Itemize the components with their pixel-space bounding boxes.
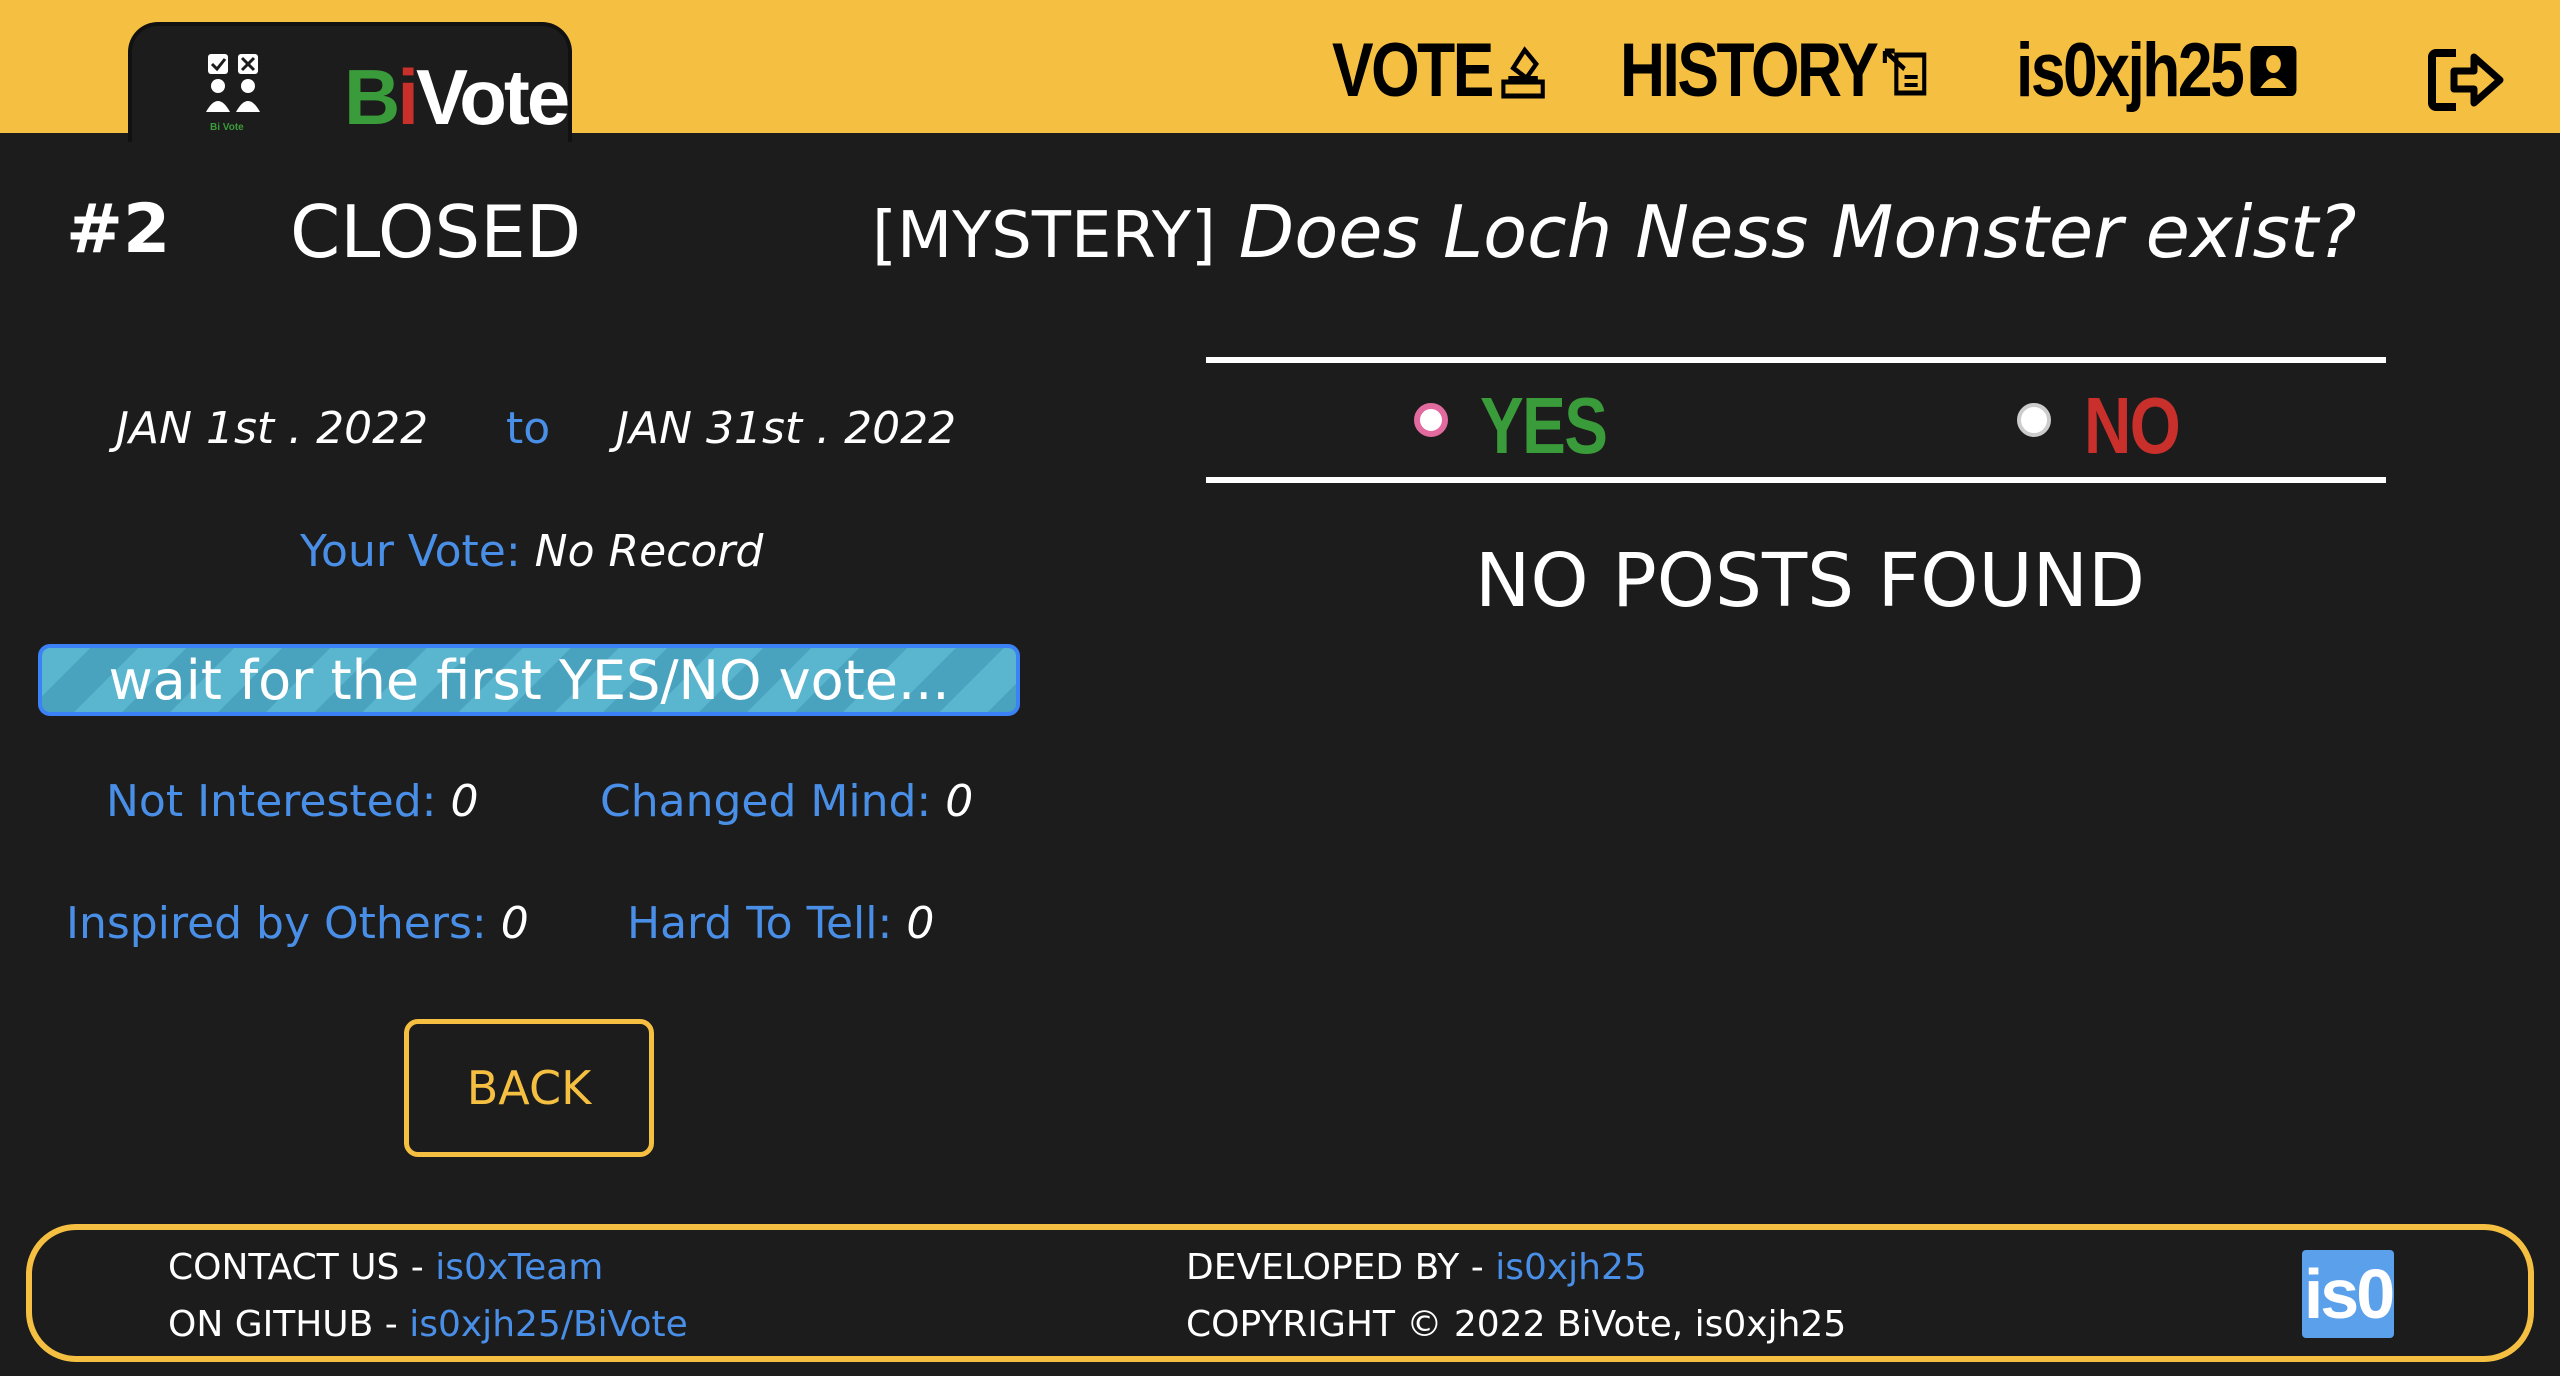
date-separator: to <box>506 403 551 454</box>
your-vote: Your Vote: No Record <box>300 526 763 577</box>
developer-link[interactable]: is0xjh25 <box>1495 1247 1647 1288</box>
vote-progress-bar: wait for the first YES/NO vote... <box>38 644 1020 716</box>
back-button[interactable]: BACK <box>404 1019 654 1157</box>
nav-vote-link[interactable]: VOTE <box>1332 28 1549 113</box>
divider-bottom <box>1206 477 2386 483</box>
your-vote-value: No Record <box>534 526 764 577</box>
no-option-label[interactable]: NO <box>2084 380 2181 472</box>
logo-home-link[interactable]: Bi Vote BiVote <box>128 22 572 142</box>
footer: CONTACT US - is0xTeam ON GITHUB - is0xjh… <box>26 1224 2534 1362</box>
yes-option-label[interactable]: YES <box>1480 380 1608 472</box>
nav-profile-link[interactable]: is0xjh25 <box>2016 28 2300 113</box>
start-date: JAN 1st . 2022 <box>116 403 429 454</box>
nav-vote-label: VOTE <box>1332 27 1494 113</box>
divider-top <box>1206 357 2386 363</box>
end-date: JAN 31st . 2022 <box>616 403 957 454</box>
poll-title: [MYSTERY] Does Loch Ness Monster exist? <box>872 190 2357 274</box>
footer-copyright: COPYRIGHT © 2022 BiVote, is0xjh25 <box>1186 1304 1847 1345</box>
is0-logo-badge[interactable]: is0 <box>2302 1250 2395 1338</box>
poll-number: #2 <box>66 190 171 269</box>
history-icon <box>1882 48 1926 96</box>
logo-text: BiVote <box>344 53 570 141</box>
stat-changed-mind: Changed Mind: 0 <box>600 776 974 827</box>
stat-inspired-by-others: Inspired by Others: 0 <box>66 898 529 949</box>
footer-github: ON GITHUB - is0xjh25/BiVote <box>168 1304 688 1345</box>
username-label: is0xjh25 <box>2016 27 2245 113</box>
contact-link[interactable]: is0xTeam <box>435 1247 603 1288</box>
logout-icon[interactable] <box>2426 45 2506 115</box>
svg-text:Bi Vote: Bi Vote <box>210 122 244 133</box>
no-posts-message: NO POSTS FOUND <box>1475 538 2145 624</box>
top-navbar: Bi Vote BiVote VOTE HISTORY is0xjh25 <box>0 0 2560 142</box>
github-link[interactable]: is0xjh25/BiVote <box>409 1304 688 1345</box>
footer-developer: DEVELOPED BY - is0xjh25 <box>1186 1247 1647 1288</box>
user-icon <box>2250 46 2297 96</box>
yes-radio[interactable] <box>1414 403 1448 437</box>
stat-hard-to-tell: Hard To Tell: 0 <box>627 898 935 949</box>
nav-history-link[interactable]: HISTORY <box>1620 28 1929 113</box>
no-radio[interactable] <box>2017 403 2051 437</box>
nav-history-label: HISTORY <box>1620 27 1879 113</box>
progress-text: wait for the first YES/NO vote... <box>108 648 950 712</box>
your-vote-label: Your Vote: <box>300 526 521 577</box>
poll-category: [MYSTERY] <box>872 199 1216 273</box>
ballot-box-icon <box>1501 46 1545 99</box>
poll-status: CLOSED <box>290 190 582 274</box>
stat-not-interested: Not Interested: 0 <box>106 776 479 827</box>
bivote-logo-icon: Bi Vote <box>206 54 260 133</box>
poll-question: Does Loch Ness Monster exist? <box>1238 190 2357 274</box>
footer-contact: CONTACT US - is0xTeam <box>168 1247 604 1288</box>
